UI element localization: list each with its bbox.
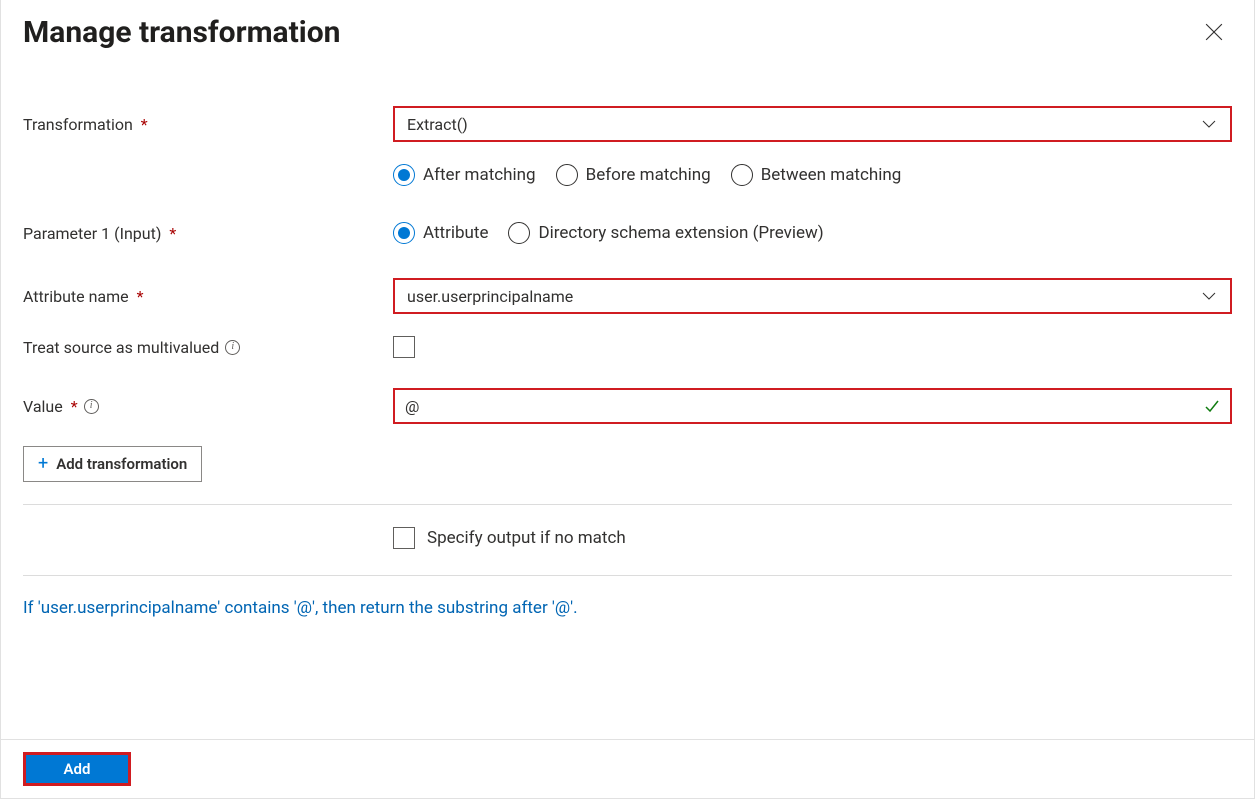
matching-radio-before[interactable]: Before matching (556, 164, 711, 186)
matching-radio-between[interactable]: Between matching (731, 164, 902, 186)
chevron-down-icon (1200, 115, 1218, 133)
attribute-name-dropdown[interactable]: user.userprincipalname (393, 278, 1232, 314)
plus-icon: + (38, 455, 48, 473)
matching-radio-group: After matching Before matching Between m… (393, 164, 1232, 186)
close-button[interactable] (1196, 14, 1232, 50)
check-icon (1204, 398, 1220, 414)
parameter1-radio-extension[interactable]: Directory schema extension (Preview) (508, 222, 823, 244)
treat-multivalued-checkbox[interactable] (393, 336, 415, 358)
treat-multivalued-label: Treat source as multivalued i (23, 338, 393, 357)
radio-icon (393, 222, 415, 244)
parameter1-radio-attribute[interactable]: Attribute (393, 222, 488, 244)
separator (23, 575, 1232, 576)
matching-radio-after[interactable]: After matching (393, 164, 536, 186)
info-icon[interactable]: i (84, 399, 99, 414)
transformation-label: Transformation* (23, 115, 393, 134)
transformation-value: Extract() (407, 115, 468, 134)
value-label: Value* i (23, 397, 393, 416)
add-transformation-button[interactable]: + Add transformation (23, 446, 202, 482)
attribute-name-value: user.userprincipalname (407, 287, 573, 306)
transformation-description: If 'user.userprincipalname' contains '@'… (23, 598, 1232, 618)
transformation-dropdown[interactable]: Extract() (393, 106, 1232, 142)
value-text: @ (405, 397, 1204, 416)
parameter1-radio-group: Attribute Directory schema extension (Pr… (393, 222, 1232, 244)
radio-icon (556, 164, 578, 186)
separator (23, 504, 1232, 505)
radio-icon (508, 222, 530, 244)
specify-output-label: Specify output if no match (427, 528, 626, 548)
value-input[interactable]: @ (393, 388, 1232, 424)
specify-output-checkbox[interactable] (393, 527, 415, 549)
info-icon[interactable]: i (225, 340, 240, 355)
add-button[interactable]: Add (23, 752, 131, 786)
radio-icon (393, 164, 415, 186)
chevron-down-icon (1200, 287, 1218, 305)
page-title: Manage transformation (23, 15, 340, 50)
radio-icon (731, 164, 753, 186)
attribute-name-label: Attribute name* (23, 287, 393, 306)
close-icon (1205, 23, 1223, 41)
parameter1-label: Parameter 1 (Input)* (23, 224, 393, 243)
